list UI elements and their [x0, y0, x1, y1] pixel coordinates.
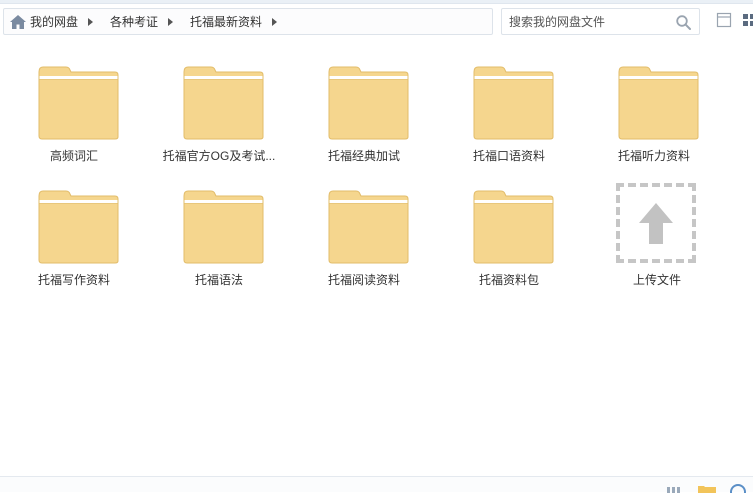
folder-icon	[473, 190, 554, 264]
bars-icon[interactable]	[666, 485, 682, 493]
upload-arrow-icon	[639, 203, 673, 244]
breadcrumb-item-current[interactable]: 托福最新资料	[190, 13, 262, 30]
folder-icon	[183, 190, 264, 264]
folder-name: 托福官方OG及考试...	[162, 149, 276, 163]
folder-icon	[38, 190, 119, 264]
folder-name: 托福语法	[194, 273, 243, 287]
bottom-bar	[0, 476, 753, 493]
home-icon[interactable]	[10, 14, 26, 29]
breadcrumb-item-category[interactable]: 各种考证	[110, 13, 158, 30]
help-icon[interactable]	[729, 483, 747, 493]
folder-item[interactable]: 托福写作资料	[9, 184, 139, 299]
window-top-strip	[0, 0, 753, 4]
breadcrumb-item-root[interactable]: 我的网盘	[30, 13, 78, 30]
folder-item[interactable]: 托福经典加试	[299, 60, 429, 175]
folder-item[interactable]: 托福听力资料	[589, 60, 719, 175]
folder-icon	[328, 66, 409, 140]
folder-icon	[38, 66, 119, 140]
chevron-right-icon[interactable]	[168, 17, 174, 26]
grid-view-icon[interactable]	[742, 12, 753, 28]
chevron-right-icon[interactable]	[88, 17, 94, 26]
folder-icon	[328, 190, 409, 264]
folder-name: 托福写作资料	[37, 273, 110, 287]
folder-item[interactable]: 托福资料包	[444, 184, 574, 299]
folder-icon[interactable]	[697, 484, 717, 493]
chevron-right-icon[interactable]	[272, 17, 278, 26]
folder-icon	[473, 66, 554, 140]
folder-item[interactable]: 托福官方OG及考试...	[154, 60, 284, 175]
folder-item[interactable]: 托福语法	[154, 184, 284, 299]
upload-dropzone[interactable]	[616, 183, 696, 263]
folder-icon	[618, 66, 699, 140]
search-icon[interactable]	[676, 15, 691, 30]
folder-name: 托福阅读资料	[327, 273, 400, 287]
list-view-icon[interactable]	[716, 12, 732, 28]
folder-name: 托福资料包	[478, 273, 539, 287]
folder-item[interactable]: 托福口语资料	[444, 60, 574, 175]
upload-button[interactable]: 上传文件	[592, 182, 722, 297]
breadcrumb: 我的网盘 各种考证 托福最新资料	[3, 8, 493, 35]
folder-name: 托福听力资料	[617, 149, 690, 163]
folder-name: 高频词汇	[49, 149, 98, 163]
folder-item[interactable]: 托福阅读资料	[299, 184, 429, 299]
upload-label: 上传文件	[632, 273, 681, 287]
folder-icon	[183, 66, 264, 140]
folder-name: 托福口语资料	[472, 149, 545, 163]
folder-item[interactable]: 高频词汇	[9, 60, 139, 175]
search-input[interactable]	[509, 13, 669, 31]
folder-name: 托福经典加试	[327, 149, 400, 163]
search-box[interactable]	[501, 8, 700, 35]
